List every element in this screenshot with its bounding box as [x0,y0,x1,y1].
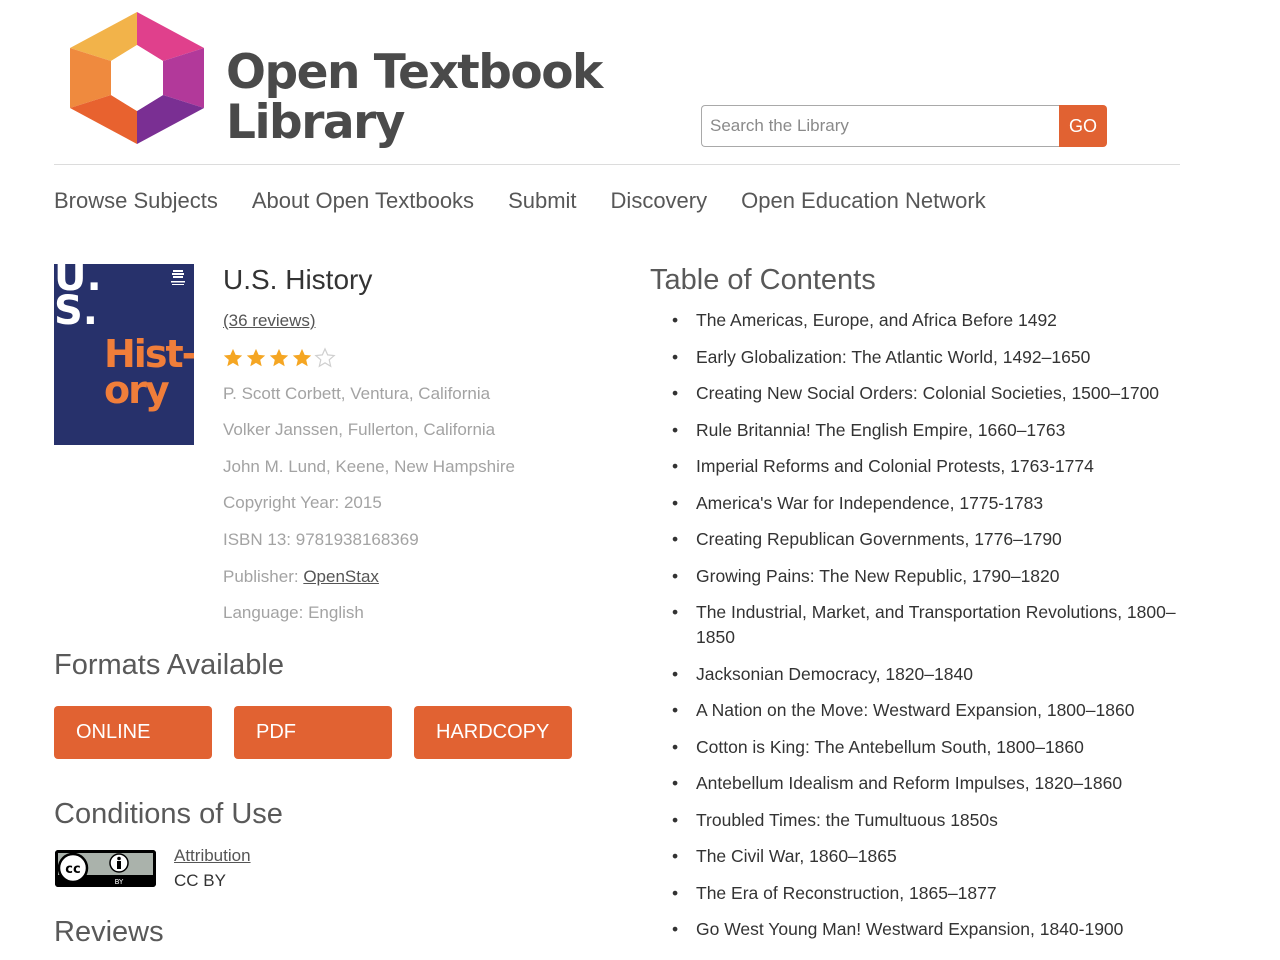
toc-item: Imperial Reforms and Colonial Protests, … [672,454,1182,479]
openstax-logo-icon [171,270,185,285]
brand-name[interactable]: Open Textbook Library [226,45,603,150]
nav-open-education-network[interactable]: Open Education Network [741,188,986,214]
toc-heading: Table of Contents [650,264,876,296]
cc-by-license-icon[interactable]: cc BY [55,850,156,887]
toc-item: The Industrial, Market, and Transportati… [672,600,1182,650]
isbn: ISBN 13: 9781938168369 [223,530,419,549]
toc-list: The Americas, Europe, and Africa Before … [672,308,1182,954]
toc-item: The Americas, Europe, and Africa Before … [672,308,1182,333]
toc-item: Rule Britannia! The English Empire, 1660… [672,418,1182,443]
book-title: U.S. History [223,264,373,295]
copyright-year: Copyright Year: 2015 [223,493,382,512]
nav-browse-subjects[interactable]: Browse Subjects [54,188,218,214]
toc-item: Cotton is King: The Antebellum South, 18… [672,735,1182,760]
author-2: Volker Janssen, Fullerton, California [223,420,496,439]
book-cover: U. S. Hist- ory [54,264,194,445]
toc-item: Troubled Times: the Tumultuous 1850s [672,808,1182,833]
publisher-label: Publisher: [223,567,304,586]
reviews-count-link[interactable]: (36 reviews) [223,311,316,331]
language: Language: English [223,603,364,622]
star-filled-icon [246,348,266,367]
svg-text:BY: BY [115,878,124,886]
toc-item: The Civil War, 1860–1865 [672,844,1182,869]
star-rating [222,347,336,369]
license-name: CC BY [174,871,226,890]
hardcopy-button[interactable]: HARDCOPY [414,706,572,759]
conditions-heading: Conditions of Use [54,798,283,830]
star-filled-icon [292,348,312,367]
toc-item: America's War for Independence, 1775-178… [672,491,1182,516]
search-bar: GO [701,105,1107,147]
nav-about-open-textbooks[interactable]: About Open Textbooks [252,188,474,214]
author-3: John M. Lund, Keene, New Hampshire [223,457,515,476]
header-divider [54,164,1180,165]
reviews-heading: Reviews [54,916,164,948]
toc-item: Early Globalization: The Atlantic World,… [672,345,1182,370]
cover-us-text: U. S. [54,264,102,334]
toc-item: The Era of Reconstruction, 1865–1877 [672,881,1182,906]
open-textbook-library-logo[interactable] [62,12,212,144]
brand-line-2: Library [226,95,405,150]
page: Open Textbook Library GO Browse Subjects… [0,0,1280,960]
nav-discovery[interactable]: Discovery [611,188,708,214]
formats-heading: Formats Available [54,649,284,681]
format-buttons: ONLINE PDF HARDCOPY [54,706,572,759]
online-button[interactable]: ONLINE [54,706,212,759]
search-input[interactable] [701,105,1059,147]
toc-item: Growing Pains: The New Republic, 1790–18… [672,564,1182,589]
toc-item: Jacksonian Democracy, 1820–1840 [672,662,1182,687]
star-empty-icon [314,347,336,368]
toc-item: Go West Young Man! Westward Expansion, 1… [672,917,1182,942]
toc-item: A Nation on the Move: Westward Expansion… [672,698,1182,723]
author-1: P. Scott Corbett, Ventura, California [223,384,491,403]
toc-item: Creating New Social Orders: Colonial Soc… [672,381,1182,406]
attribution-link[interactable]: Attribution [174,846,251,866]
brand-line-1: Open Textbook [226,45,603,100]
toc-item: Antebellum Idealism and Reform Impulses,… [672,771,1182,796]
nav-submit[interactable]: Submit [508,188,576,214]
svg-text:cc: cc [65,862,80,877]
publisher: Publisher: OpenStax [223,567,379,587]
main-nav: Browse Subjects About Open Textbooks Sub… [54,188,986,214]
search-go-button[interactable]: GO [1059,105,1107,147]
toc-item: Creating Republican Governments, 1776–17… [672,527,1182,552]
publisher-link[interactable]: OpenStax [303,567,379,586]
star-filled-icon [223,348,243,367]
cover-history-text: Hist- ory [104,332,194,412]
star-filled-icon [269,348,289,367]
pdf-button[interactable]: PDF [234,706,392,759]
